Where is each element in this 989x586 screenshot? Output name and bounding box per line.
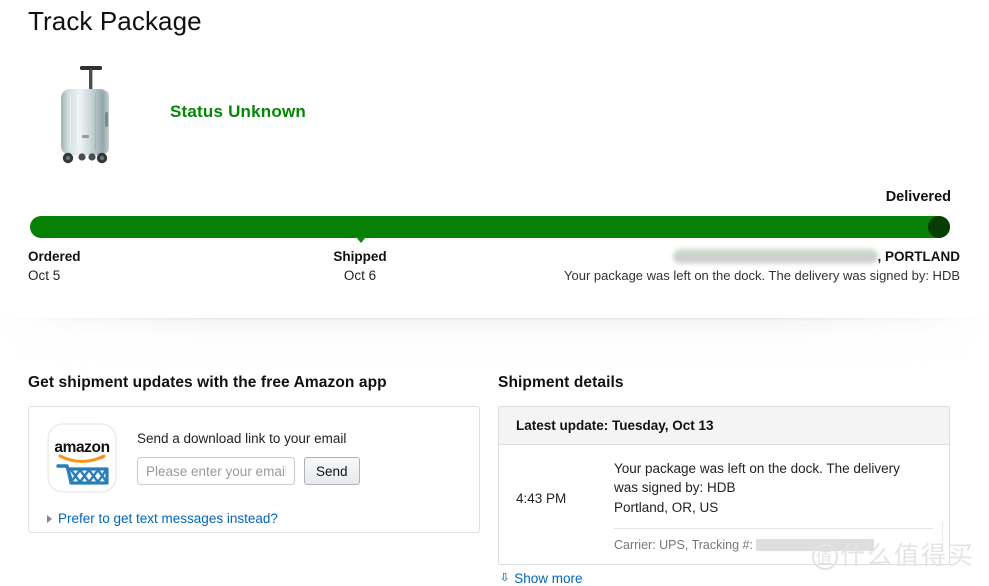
show-more-toggle[interactable]: ⇩ Show more xyxy=(498,571,950,586)
app-form-label: Send a download link to your email xyxy=(137,431,347,446)
svg-text:amazon: amazon xyxy=(54,439,109,456)
event-content: Your package was left on the dock. The d… xyxy=(614,459,949,564)
shipment-details-card: Latest update: Tuesday, Oct 13 4:43 PM Y… xyxy=(498,406,950,565)
delivery-location-suffix: , PORTLAND xyxy=(877,249,961,264)
milestone-shipped: Shipped Oct 6 xyxy=(304,248,416,285)
progress-bar xyxy=(28,216,960,243)
watermark-tick xyxy=(942,522,943,542)
section-divider-shadow xyxy=(0,318,989,372)
show-more-label[interactable]: Show more xyxy=(514,571,582,586)
event-time: 4:43 PM xyxy=(516,491,567,506)
event-carrier-line: Carrier: UPS, Tracking #: xyxy=(614,528,933,564)
app-section-heading: Get shipment updates with the free Amazo… xyxy=(28,374,387,391)
amazon-app-icon: amazon xyxy=(47,423,117,493)
milestone-ordered: Ordered Oct 5 xyxy=(28,248,81,285)
sms-preference-label[interactable]: Prefer to get text messages instead? xyxy=(58,511,278,526)
redacted-tracking-number xyxy=(755,538,874,551)
sms-preference-toggle[interactable]: Prefer to get text messages instead? xyxy=(47,511,278,526)
app-form-row: Send xyxy=(137,457,467,485)
shipment-details-section: Shipment details Latest update: Tuesday,… xyxy=(498,374,950,586)
tracker-final-label: Delivered xyxy=(885,189,951,205)
page-title: Track Package xyxy=(28,6,202,36)
package-hero: Status Unknown xyxy=(28,58,968,170)
amazon-app-section: Get shipment updates with the free Amazo… xyxy=(28,374,480,533)
delivery-location-line: , PORTLAND xyxy=(548,248,960,266)
email-input[interactable] xyxy=(137,457,295,485)
event-location: Portland, OR, US xyxy=(614,500,719,515)
milestone-shipped-date: Oct 6 xyxy=(343,268,377,283)
progress-end-dot xyxy=(928,216,950,238)
product-image-suitcase xyxy=(44,58,128,168)
shipment-event-row: 4:43 PM Your package was left on the doc… xyxy=(499,445,949,564)
send-button[interactable]: Send xyxy=(304,457,360,485)
shipment-details-heading: Shipment details xyxy=(498,374,624,391)
redacted-address xyxy=(672,248,878,264)
milestone-delivered: , PORTLAND Your package was left on the … xyxy=(548,248,960,285)
latest-update-header: Latest update: Tuesday, Oct 13 xyxy=(499,407,949,445)
progress-current-marker xyxy=(356,237,366,243)
progress-bar-fill xyxy=(30,216,950,238)
tracker-milestones: Ordered Oct 5 Shipped Oct 6 , PORTLAND Y… xyxy=(28,248,960,294)
milestone-shipped-label: Shipped xyxy=(333,249,387,264)
delivery-note: Your package was left on the dock. The d… xyxy=(564,268,960,283)
package-status: Status Unknown xyxy=(170,102,306,121)
app-email-form: Send a download link to your email Send xyxy=(137,429,467,485)
milestone-ordered-label: Ordered xyxy=(28,249,81,264)
delivery-progress-tracker: Delivered Ordered Oct 5 Shipped Oct 6 , … xyxy=(28,188,960,294)
milestone-ordered-date: Oct 5 xyxy=(28,268,61,283)
triangle-right-icon xyxy=(47,514,52,523)
app-promo-card: amazon Send a download link to your emai… xyxy=(28,406,480,533)
event-description: Your package was left on the dock. The d… xyxy=(614,461,900,495)
carrier-label: Carrier: UPS, Tracking #: xyxy=(614,538,753,552)
chevron-double-down-icon: ⇩ xyxy=(498,572,511,584)
